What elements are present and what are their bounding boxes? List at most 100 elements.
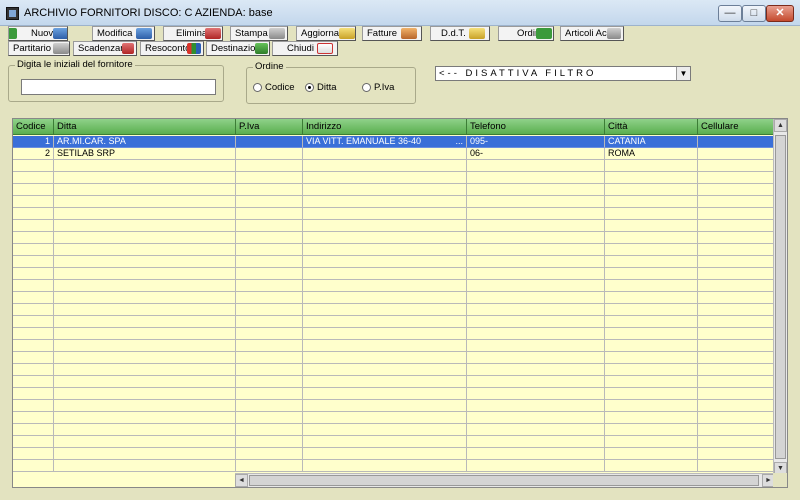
col-header-codice[interactable]: Codice [13, 119, 54, 135]
col-header-citta[interactable]: Città [605, 119, 698, 135]
table-row-empty[interactable] [13, 328, 775, 340]
table-row-empty[interactable] [13, 460, 775, 472]
table-row-empty[interactable] [13, 376, 775, 388]
horizontal-scroll-thumb[interactable] [249, 475, 759, 486]
table-row-empty[interactable] [13, 160, 775, 172]
col-header-indirizzo[interactable]: Indirizzo [303, 119, 467, 135]
table-row-empty[interactable] [13, 412, 775, 424]
table-row-empty[interactable] [13, 244, 775, 256]
cell-ditta-text: SETILAB SRP [57, 148, 116, 158]
cell-codice-text: 2 [44, 148, 50, 158]
cell-citta [605, 208, 698, 220]
destinazioni-button[interactable]: Destinazioni [206, 41, 270, 56]
horizontal-scrollbar[interactable]: ◄ ► [235, 473, 775, 487]
cell-cellulare [698, 352, 775, 364]
table-row-empty[interactable] [13, 352, 775, 364]
table-row-empty[interactable] [13, 340, 775, 352]
aggiorna-button[interactable]: Aggiorna [296, 26, 356, 41]
delete-record-icon [205, 28, 221, 39]
filter-select[interactable]: <-- DISATTIVA FILTRO ▼ [435, 66, 691, 81]
suppliers-grid[interactable]: Codice Ditta P.Iva Indirizzo Telefono Ci… [12, 118, 788, 488]
elimina-label: Elimina [176, 28, 208, 39]
table-row-empty[interactable] [13, 448, 775, 460]
col-header-cellulare[interactable]: Cellulare [698, 119, 775, 135]
ddt-button[interactable]: D.d.T. [430, 26, 490, 41]
table-row-empty[interactable] [13, 424, 775, 436]
cell-ditta [54, 364, 236, 376]
cell-citta [605, 424, 698, 436]
cell-ditta [54, 292, 236, 304]
table-row-empty[interactable] [13, 304, 775, 316]
vertical-scrollbar[interactable]: ▲ ▼ [773, 119, 787, 475]
table-row-empty[interactable] [13, 208, 775, 220]
articoli-button[interactable]: Articoli Acq. [560, 26, 624, 41]
chevron-down-icon[interactable]: ▼ [676, 67, 690, 80]
order-radio-ditta[interactable]: Ditta [305, 82, 337, 93]
resoconto-button[interactable]: Resoconto [140, 41, 204, 56]
table-row-empty[interactable] [13, 232, 775, 244]
col-header-telefono[interactable]: Telefono [467, 119, 605, 135]
cell-codice [13, 244, 54, 256]
cell-codice-text: 1 [44, 136, 50, 146]
table-row-empty[interactable] [13, 316, 775, 328]
cell-telefono [467, 208, 605, 220]
table-row-empty[interactable] [13, 172, 775, 184]
cell-ditta [54, 400, 236, 412]
table-row-empty[interactable] [13, 220, 775, 232]
cell-codice [13, 328, 54, 340]
cell-indirizzo [303, 280, 467, 292]
cell-piva [236, 388, 303, 400]
supplier-search-input[interactable] [21, 79, 216, 95]
cell-codice [13, 304, 54, 316]
nuovo-button[interactable]: Nuovo [8, 26, 68, 41]
stampa-button[interactable]: Stampa [230, 26, 288, 41]
cell-citta-text: CATANIA [608, 136, 646, 146]
cell-piva [236, 316, 303, 328]
cell-cellulare [698, 184, 775, 196]
partitario-button[interactable]: Partitario [8, 41, 70, 56]
order-radio-codice[interactable]: Codice [253, 82, 295, 93]
table-row-empty[interactable] [13, 292, 775, 304]
minimize-button[interactable]: — [718, 5, 742, 22]
cell-indirizzo [303, 436, 467, 448]
cell-cellulare [698, 136, 775, 148]
table-row-empty[interactable] [13, 280, 775, 292]
resoconto-label: Resoconto [145, 43, 191, 54]
maximize-button[interactable]: □ [742, 5, 766, 22]
vertical-scroll-thumb[interactable] [775, 135, 786, 459]
close-button[interactable]: ✕ [766, 5, 794, 22]
cell-piva [236, 448, 303, 460]
chiudi-button[interactable]: Chiudi [272, 41, 338, 56]
elimina-button[interactable]: Elimina [163, 26, 223, 41]
scroll-left-icon[interactable]: ◄ [235, 474, 248, 487]
col-header-ditta[interactable]: Ditta [54, 119, 236, 135]
table-row-empty[interactable] [13, 256, 775, 268]
cell-cellulare [698, 376, 775, 388]
cell-indirizzo [303, 376, 467, 388]
table-row-empty[interactable] [13, 436, 775, 448]
scadenzario-button[interactable]: Scadenzario [73, 41, 137, 56]
table-row-empty[interactable] [13, 184, 775, 196]
table-row[interactable]: 2 SETILAB SRP 06- ROMA [13, 148, 775, 160]
scroll-up-icon[interactable]: ▲ [774, 119, 787, 132]
col-header-piva[interactable]: P.Iva [236, 119, 303, 135]
cell-telefono: 095- [467, 136, 605, 148]
cell-indirizzo: VIA VITT. EMANUALE 36-40... [303, 136, 467, 148]
order-radio-piva[interactable]: P.Iva [362, 82, 394, 93]
cell-indirizzo [303, 292, 467, 304]
fatture-button[interactable]: Fatture [362, 26, 422, 41]
table-row-empty[interactable] [13, 196, 775, 208]
table-row-empty[interactable] [13, 400, 775, 412]
table-row-empty[interactable] [13, 268, 775, 280]
table-row[interactable]: 1 AR.MI.CAR. SPA VIA VITT. EMANUALE 36-40.… [13, 136, 775, 148]
cell-telefono [467, 364, 605, 376]
cell-cellulare [698, 172, 775, 184]
modifica-button[interactable]: Modifica [92, 26, 155, 41]
cell-ditta [54, 460, 236, 472]
table-row-empty[interactable] [13, 388, 775, 400]
ordini-button[interactable]: Ordini [498, 26, 554, 41]
cell-codice [13, 160, 54, 172]
cell-codice [13, 352, 54, 364]
cell-cellulare [698, 400, 775, 412]
table-row-empty[interactable] [13, 364, 775, 376]
